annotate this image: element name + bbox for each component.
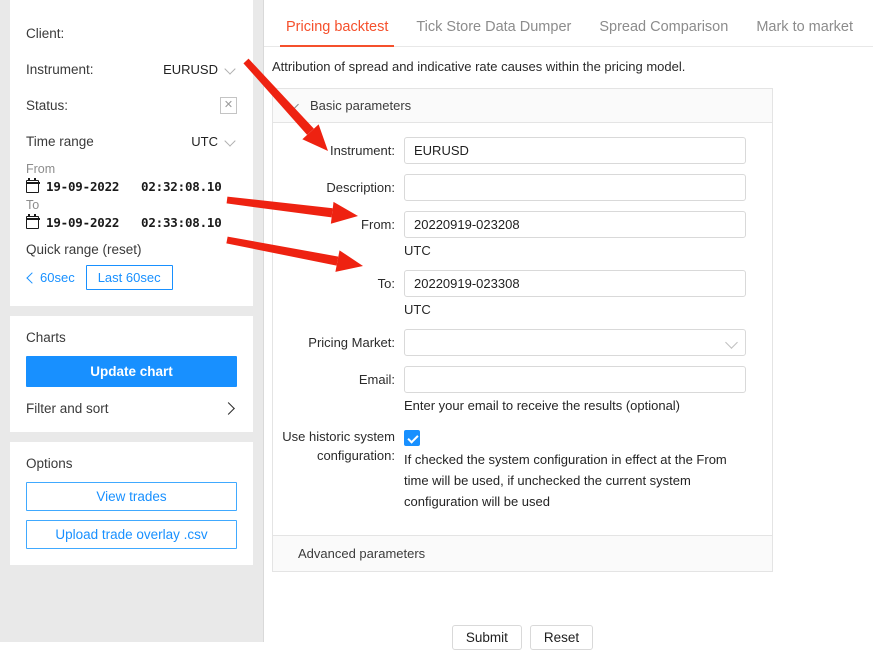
to-field-label: To:	[377, 276, 395, 291]
email-field-label: Email:	[358, 372, 395, 387]
charts-title: Charts	[26, 330, 66, 345]
advanced-parameters-header[interactable]: Advanced parameters	[273, 535, 772, 571]
to-time: 02:33:08.10	[141, 215, 222, 230]
field-row-to: To: UTC	[273, 270, 760, 320]
quick-range-buttons: 60sec Last 60sec	[26, 265, 237, 290]
options-card: Options View trades Upload trade overlay…	[10, 442, 253, 565]
submit-button[interactable]: Submit	[451, 625, 522, 650]
chevron-left-icon	[26, 271, 38, 284]
from-time: 02:32:08.10	[141, 179, 222, 194]
advanced-parameters-title: Advanced parameters	[298, 546, 426, 561]
from-timezone-hint: UTC	[404, 243, 431, 258]
upload-trade-overlay-button[interactable]: Upload trade overlay .csv	[26, 520, 237, 549]
status-row: Status: ✕	[26, 90, 237, 120]
tab-mark-to-market[interactable]: Mark to market	[742, 19, 867, 46]
filters-card: Client: Instrument: EURUSD Status: ✕ Tim…	[10, 0, 253, 306]
page-subtitle: Attribution of spread and indicative rat…	[272, 59, 686, 74]
filter-and-sort-row[interactable]: Filter and sort	[26, 401, 237, 416]
view-trades-button[interactable]: View trades	[26, 482, 237, 511]
quick-range-label: Quick range (reset)	[26, 242, 142, 257]
email-hint: Enter your email to receive the results …	[404, 398, 681, 413]
email-input[interactable]	[404, 366, 746, 393]
tab-tick-store-data-dumper[interactable]: Tick Store Data Dumper	[402, 19, 585, 46]
basic-parameters-body: Instrument: Description: From: UTC	[273, 123, 772, 535]
from-datetime[interactable]: 19-09-2022 02:32:08.10	[25, 177, 237, 194]
update-chart-button[interactable]: Update chart	[26, 356, 237, 387]
time-range-label: Time range	[26, 133, 94, 149]
client-label: Client:	[26, 25, 65, 41]
reset-button[interactable]: Reset	[529, 625, 594, 650]
charts-card: Charts Update chart Filter and sort	[10, 316, 253, 432]
tab-spread-comparison[interactable]: Spread Comparison	[585, 19, 742, 46]
from-label: From	[26, 162, 56, 176]
instrument-label: Instrument:	[26, 61, 94, 77]
field-row-email: Email: Enter your email to receive the r…	[273, 366, 760, 416]
field-row-historic-config: Use historic system configuration: If ch…	[273, 425, 760, 512]
instrument-row[interactable]: Instrument: EURUSD	[26, 54, 237, 84]
historic-config-checkbox[interactable]	[404, 430, 420, 446]
pricing-market-field-label: Pricing Market:	[308, 335, 395, 350]
chevron-down-icon[interactable]	[286, 97, 299, 111]
instrument-input[interactable]	[404, 137, 746, 164]
field-row-description: Description:	[273, 174, 760, 202]
tab-bar: Pricing backtest Tick Store Data Dumper …	[264, 0, 873, 47]
field-row-instrument: Instrument:	[273, 137, 760, 165]
prev-60sec-label: 60sec	[40, 270, 75, 285]
main-content: Pricing backtest Tick Store Data Dumper …	[264, 0, 873, 650]
pricing-market-select-wrapper[interactable]	[404, 329, 746, 356]
form-actions: Submit Reset	[272, 625, 773, 650]
calendar-icon[interactable]	[25, 213, 40, 229]
left-sidebar: Client: Instrument: EURUSD Status: ✕ Tim…	[0, 0, 264, 642]
historic-config-label: Use historic system configuration:	[273, 425, 404, 465]
instrument-selector[interactable]: EURUSD	[163, 62, 237, 77]
pricing-market-select[interactable]	[404, 329, 746, 356]
to-date: 19-09-2022	[46, 215, 120, 230]
calendar-icon[interactable]	[25, 177, 40, 193]
from-date: 19-09-2022	[46, 179, 120, 194]
to-timezone-hint: UTC	[404, 302, 431, 317]
historic-config-description: If checked the system configuration in e…	[404, 452, 727, 509]
instrument-value: EURUSD	[163, 61, 218, 77]
historic-config-label-line1: Use historic system	[282, 429, 395, 444]
basic-parameters-panel: Basic parameters Instrument: Description…	[272, 88, 773, 572]
time-range-row[interactable]: Time range UTC	[26, 126, 237, 156]
filter-and-sort-label: Filter and sort	[26, 401, 109, 416]
to-label: To	[26, 198, 40, 212]
to-datetime[interactable]: 19-09-2022 02:33:08.10	[25, 213, 237, 230]
description-input[interactable]	[404, 174, 746, 201]
to-input[interactable]	[404, 270, 746, 297]
prev-60sec-button[interactable]: 60sec	[26, 268, 77, 287]
close-x-icon[interactable]: ✕	[220, 96, 237, 114]
last-60sec-button[interactable]: Last 60sec	[85, 265, 173, 290]
options-title: Options	[26, 456, 73, 471]
instrument-field-label: Instrument:	[329, 143, 395, 158]
chevron-down-icon[interactable]	[226, 64, 237, 75]
basic-parameters-header[interactable]: Basic parameters	[273, 89, 772, 123]
description-field-label: Description:	[326, 180, 395, 195]
status-label: Status:	[26, 97, 69, 113]
timezone-selector[interactable]: UTC	[191, 134, 237, 149]
from-input[interactable]	[404, 211, 746, 238]
timezone-value: UTC	[191, 133, 218, 149]
tab-pricing-backtest[interactable]: Pricing backtest	[272, 19, 402, 47]
app-root: Client: Instrument: EURUSD Status: ✕ Tim…	[0, 0, 873, 650]
from-field-label: From:	[361, 217, 395, 232]
historic-config-label-line2: configuration:	[316, 448, 395, 463]
client-row: Client:	[26, 18, 237, 48]
field-row-pricing-market: Pricing Market:	[273, 329, 760, 357]
basic-parameters-title: Basic parameters	[310, 98, 412, 113]
chevron-right-icon[interactable]	[222, 402, 235, 415]
field-row-from: From: UTC	[273, 211, 760, 261]
chevron-down-icon[interactable]	[226, 136, 237, 147]
